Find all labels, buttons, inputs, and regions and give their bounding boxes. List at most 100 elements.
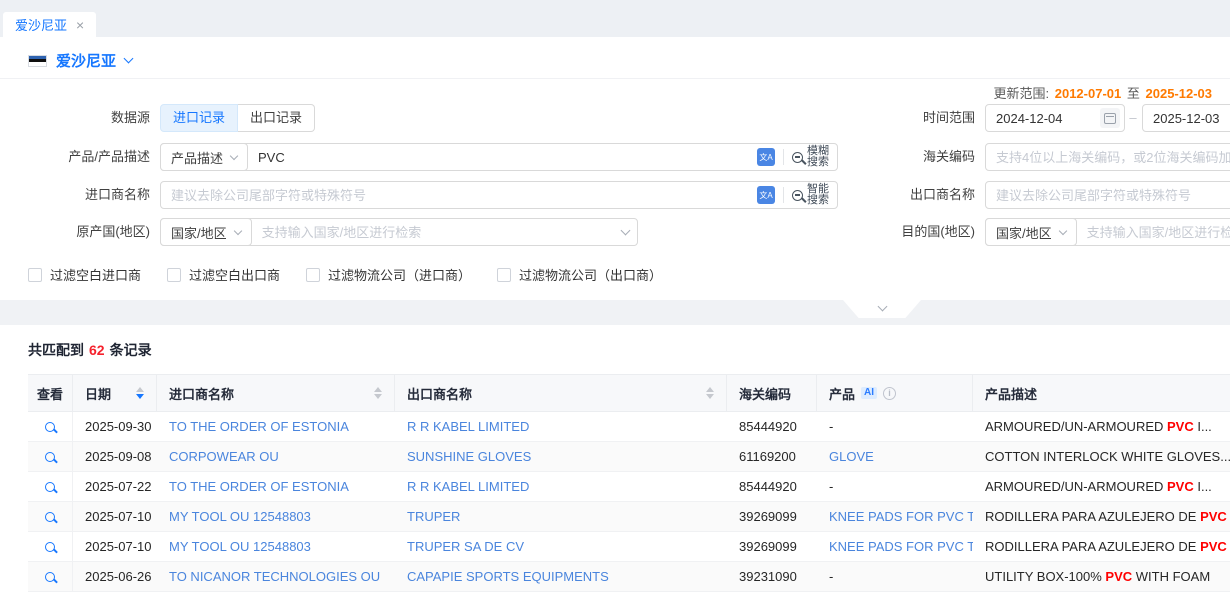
view-record-button[interactable]: [28, 562, 73, 591]
checkbox-filter-logistics-importer[interactable]: 过滤物流公司（进口商）: [306, 265, 471, 284]
hs-code-input[interactable]: [985, 143, 1230, 171]
checkbox-icon[interactable]: [497, 268, 511, 282]
importer-link[interactable]: TO NICANOR TECHNOLOGIES OU: [157, 569, 395, 584]
checkbox-icon[interactable]: [167, 268, 181, 282]
summary-count: 62: [84, 342, 110, 358]
cell-date: 2025-07-22: [73, 479, 157, 494]
header-exporter-label: 出口商名称: [407, 384, 472, 403]
view-record-button[interactable]: [28, 412, 73, 441]
app-window: 爱沙尼亚 × 爱沙尼亚 更新范围: 2012-07-01 至 2025-12-0…: [0, 0, 1230, 594]
table-row: 2025-07-22 TO THE ORDER OF ESTONIA R R K…: [28, 472, 1230, 502]
product-value[interactable]: GLOVE: [817, 449, 973, 464]
view-record-button[interactable]: [28, 442, 73, 471]
origin-country-input[interactable]: [252, 219, 618, 245]
origin-country-label: 原产国(地区): [0, 218, 150, 246]
exporter-link[interactable]: TRUPER: [395, 509, 727, 524]
tab-bar: 爱沙尼亚 ×: [0, 0, 1230, 37]
destination-country-input[interactable]: [1077, 219, 1230, 245]
exporter-link[interactable]: R R KABEL LIMITED: [395, 479, 727, 494]
checkbox-icon[interactable]: [306, 268, 320, 282]
exporter-link[interactable]: R R KABEL LIMITED: [395, 419, 727, 434]
cell-description: ARMOURED/UN-ARMOURED PVC I...: [973, 419, 1230, 434]
sort-exporter-button[interactable]: [698, 387, 714, 399]
product-value[interactable]: KNEE PADS FOR PVC T...: [817, 539, 973, 554]
fuzzy-search-button[interactable]: 模糊 搜索: [792, 146, 829, 168]
results-summary: 共匹配到62条记录: [28, 340, 152, 360]
product-value: -: [817, 479, 973, 494]
exporter-input[interactable]: [985, 181, 1230, 209]
destination-country-label: 目的国(地区): [828, 218, 975, 246]
date-start-input[interactable]: 2024-12-04: [985, 104, 1125, 132]
product-type-value: 产品描述: [171, 148, 223, 167]
date-end-input[interactable]: 2025-12-03: [1142, 104, 1230, 132]
panel-gap: [0, 300, 1230, 325]
update-range: 更新范围: 2012-07-01 至 2025-12-03: [993, 83, 1214, 102]
importer-link[interactable]: CORPOWEAR OU: [157, 449, 395, 464]
hs-code-label: 海关编码: [828, 143, 975, 171]
checkbox-filter-logistics-exporter[interactable]: 过滤物流公司（出口商）: [497, 265, 662, 284]
cell-hs-code: 39269099: [727, 509, 817, 524]
header-exporter: 出口商名称: [395, 375, 727, 411]
update-range-label: 更新范围:: [993, 86, 1049, 101]
cell-description: COTTON INTERLOCK WHITE GLOVES...: [973, 449, 1230, 464]
cell-hs-code: 39269099: [727, 539, 817, 554]
header-importer: 进口商名称: [157, 375, 395, 411]
header-hs-code: 海关编码: [727, 375, 817, 411]
view-record-button[interactable]: [28, 472, 73, 501]
chevron-down-icon: [124, 54, 134, 64]
cell-date: 2025-09-08: [73, 449, 157, 464]
table-row: 2025-09-30 TO THE ORDER OF ESTONIA R R K…: [28, 412, 1230, 442]
export-records-tab[interactable]: 出口记录: [238, 104, 315, 132]
page-title: 爱沙尼亚: [56, 50, 116, 71]
date-separator: –: [1127, 104, 1139, 132]
checkbox-icon[interactable]: [28, 268, 42, 282]
translate-icon[interactable]: [757, 148, 775, 166]
chevron-down-icon: [1058, 226, 1066, 234]
chevron-down-icon: [230, 151, 238, 159]
product-value: -: [817, 569, 973, 584]
exporter-link[interactable]: CAPAPIE SPORTS EQUIPMENTS: [395, 569, 727, 584]
cell-hs-code: 61169200: [727, 449, 817, 464]
cell-hs-code: 39231090: [727, 569, 817, 584]
header-product-label: 产品: [829, 384, 855, 403]
table-row: 2025-06-26 TO NICANOR TECHNOLOGIES OU CA…: [28, 562, 1230, 592]
tab-estonia[interactable]: 爱沙尼亚 ×: [3, 12, 96, 37]
divider: [783, 187, 784, 203]
exporter-link[interactable]: SUNSHINE GLOVES: [395, 449, 727, 464]
fuzzy-search-label-2: 搜索: [807, 157, 829, 168]
exporter-link[interactable]: TRUPER SA DE CV: [395, 539, 727, 554]
view-record-button[interactable]: [28, 502, 73, 531]
product-value[interactable]: KNEE PADS FOR PVC T...: [817, 509, 973, 524]
country-selector[interactable]: 爱沙尼亚: [28, 50, 132, 71]
search-icon: [792, 152, 803, 163]
summary-prefix: 共匹配到: [28, 342, 84, 358]
product-type-select[interactable]: 产品描述: [160, 143, 248, 171]
product-input[interactable]: [248, 144, 753, 170]
smart-search-button[interactable]: 智能 搜索: [792, 184, 829, 206]
destination-country-select[interactable]: 国家/地区: [985, 218, 1077, 246]
origin-country-select[interactable]: 国家/地区: [160, 218, 252, 246]
import-records-tab[interactable]: 进口记录: [160, 104, 238, 132]
checkbox-filter-blank-exporter[interactable]: 过滤空白出口商: [167, 265, 280, 284]
checkbox-label: 过滤物流公司（进口商）: [328, 265, 471, 284]
header-view: 查看: [28, 375, 73, 411]
importer-link[interactable]: MY TOOL OU 12548803: [157, 509, 395, 524]
destination-select-value: 国家/地区: [996, 223, 1052, 242]
sort-importer-button[interactable]: [366, 387, 382, 399]
sort-date-button[interactable]: [128, 387, 144, 399]
importer-input[interactable]: [161, 182, 753, 208]
importer-link[interactable]: MY TOOL OU 12548803: [157, 539, 395, 554]
cell-description: ARMOURED/UN-ARMOURED PVC I...: [973, 479, 1230, 494]
update-range-to: 2025-12-03: [1144, 86, 1215, 101]
info-icon[interactable]: [883, 387, 896, 400]
importer-link[interactable]: TO THE ORDER OF ESTONIA: [157, 419, 395, 434]
origin-country-group: 国家/地区: [160, 218, 638, 246]
close-icon[interactable]: ×: [76, 18, 84, 32]
checkbox-filter-blank-importer[interactable]: 过滤空白进口商: [28, 265, 141, 284]
importer-link[interactable]: TO THE ORDER OF ESTONIA: [157, 479, 395, 494]
view-record-button[interactable]: [28, 532, 73, 561]
cell-date: 2025-07-10: [73, 539, 157, 554]
results-table: 查看 日期 进口商名称 出口商名称 海关编码 产品 AI 产品描述: [28, 374, 1230, 592]
cell-date: 2025-06-26: [73, 569, 157, 584]
translate-icon[interactable]: [757, 186, 775, 204]
